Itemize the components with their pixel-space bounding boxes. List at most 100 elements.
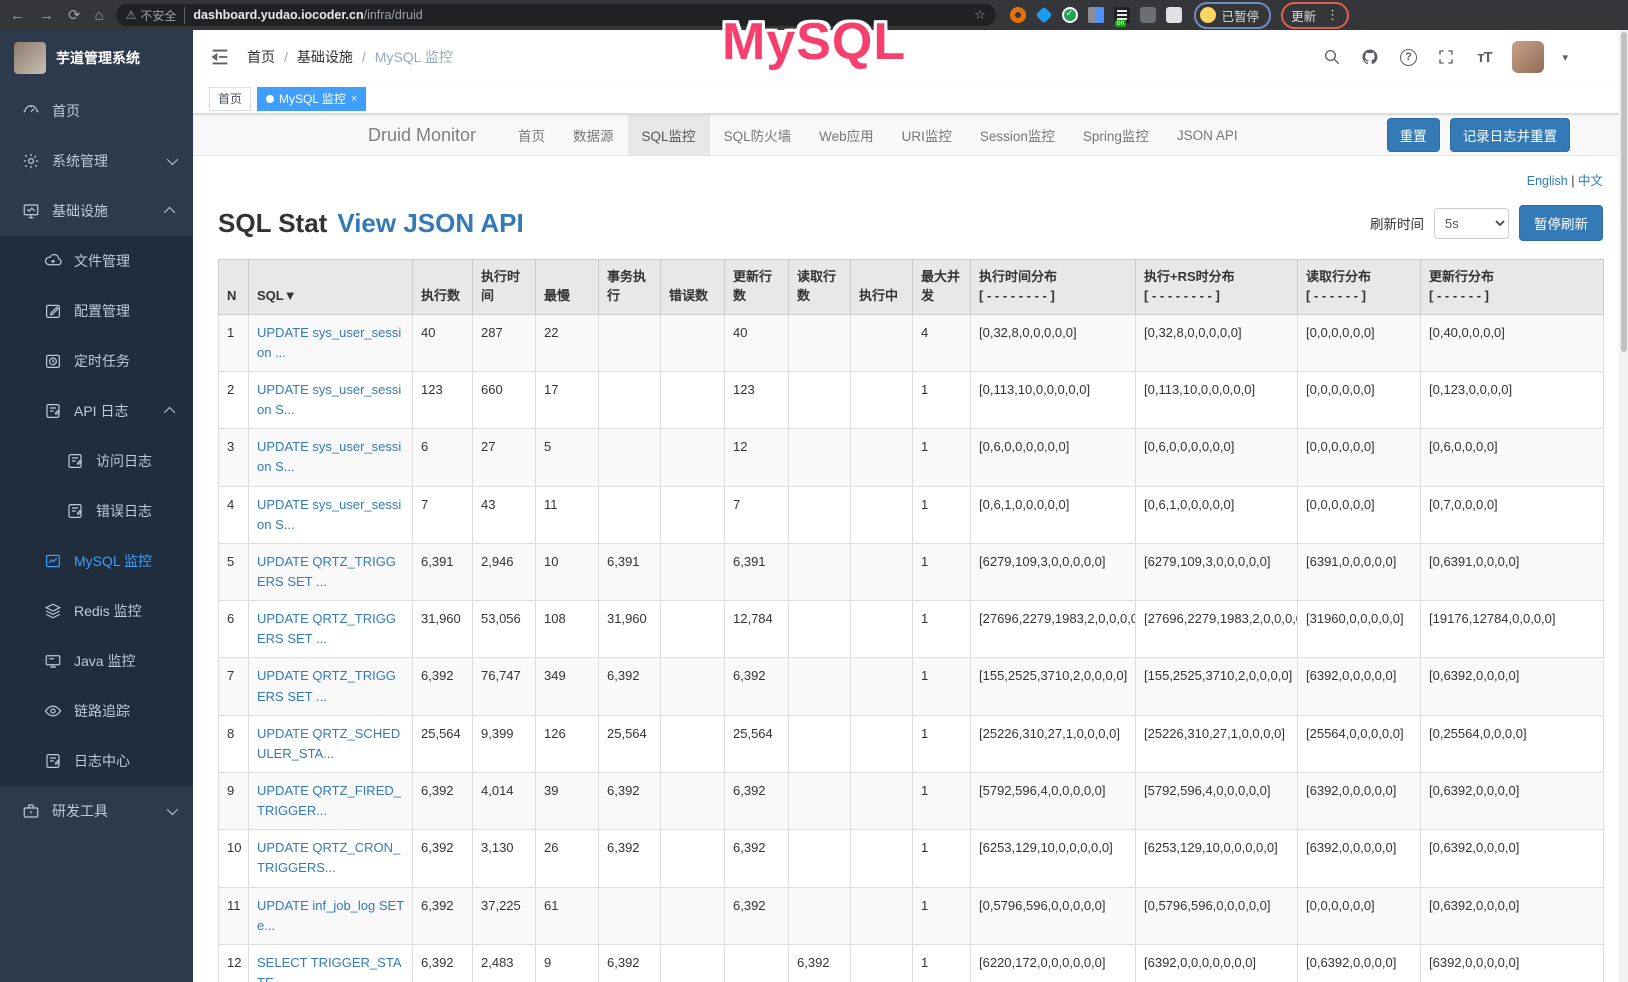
sidebar-item-infra[interactable]: 基础设施	[0, 186, 193, 236]
cloud-upload-icon	[44, 252, 62, 270]
sidebar-item-redis[interactable]: Redis 监控	[0, 586, 193, 636]
col-header-n: N	[219, 260, 249, 315]
browser-reload-icon[interactable]: ⟳	[68, 6, 81, 24]
cell-read	[789, 887, 851, 944]
druid-nav-item-sql[interactable]: SQL监控	[628, 114, 710, 156]
sql-link[interactable]: UPDATE sys_user_session S...	[257, 439, 401, 474]
sidebar-item-devtools[interactable]: 研发工具	[0, 786, 193, 836]
sql-link[interactable]: UPDATE QRTZ_FIRED_TRIGGER...	[257, 783, 401, 818]
user-menu-caret-icon[interactable]: ▾	[1562, 51, 1568, 64]
sidebar-item-system[interactable]: 系统管理	[0, 136, 193, 186]
breadcrumb-infra[interactable]: 基础设施	[297, 47, 353, 67]
cell-n: 10	[219, 830, 249, 887]
user-avatar[interactable]	[1512, 41, 1544, 73]
sql-link[interactable]: UPDATE QRTZ_SCHEDULER_STA...	[257, 726, 400, 761]
lang-chinese-link[interactable]: 中文	[1578, 174, 1603, 188]
cell-slow: 108	[536, 601, 599, 658]
druid-nav-item-webapp[interactable]: Web应用	[805, 114, 888, 156]
refresh-interval-select[interactable]: 5s	[1434, 208, 1509, 239]
browser-home-icon[interactable]: ⌂	[95, 7, 104, 24]
paused-extension-badge[interactable]: 已暂停	[1194, 2, 1272, 29]
hamburger-icon[interactable]	[209, 46, 231, 68]
cell-h_rs: [155,2525,3710,2,0,0,0,0]	[1136, 658, 1298, 715]
address-bar[interactable]: ⚠ 不安全 dashboard.yudao.iocoder.cn/infra/d…	[116, 4, 996, 26]
druid-nav-item-session[interactable]: Session监控	[966, 114, 1069, 156]
cell-read	[789, 486, 851, 543]
sidebar-item-label: 基础设施	[52, 201, 155, 221]
cell-time: 4,014	[473, 772, 536, 829]
tag-view[interactable]: 首页	[209, 87, 251, 111]
cell-time: 2,483	[473, 944, 536, 982]
app-logo[interactable]: 芋道管理系统	[0, 30, 193, 86]
cell-tx: 6,392	[599, 658, 661, 715]
window-scrollbar[interactable]	[1619, 30, 1628, 982]
sql-link[interactable]: UPDATE sys_user_session S...	[257, 497, 401, 532]
pause-refresh-button[interactable]: 暂停刷新	[1519, 205, 1603, 241]
list-on-extension-icon[interactable]: on	[1114, 7, 1130, 23]
browser-menu-icon[interactable]: ⋮	[1326, 7, 1339, 23]
sidebar-item-trace[interactable]: 链路追踪	[0, 686, 193, 736]
breadcrumb-home[interactable]: 首页	[247, 47, 275, 67]
tag-active[interactable]: MySQL 监控×	[257, 87, 366, 111]
green-check-extension-icon[interactable]	[1062, 7, 1078, 23]
druid-nav-item-jsonapi[interactable]: JSON API	[1163, 114, 1252, 156]
sidebar-item-error-log[interactable]: 错误日志	[0, 486, 193, 536]
fullscreen-icon[interactable]	[1436, 47, 1456, 67]
person-extension-icon[interactable]	[1140, 7, 1156, 23]
security-warning-label[interactable]: 不安全	[140, 7, 176, 24]
sidebar-item-home[interactable]: 首页	[0, 86, 193, 136]
col-header-h_rs: 执行+RS时分布[ - - - - - - - - ]	[1136, 260, 1298, 315]
sql-link[interactable]: UPDATE QRTZ_TRIGGERS SET ...	[257, 668, 396, 703]
druid-nav-item-spring[interactable]: Spring监控	[1069, 114, 1163, 156]
gem-extension-icon[interactable]	[1035, 7, 1052, 24]
cell-h_time: [5792,596,4,0,0,0,0,0]	[971, 772, 1136, 829]
sql-link[interactable]: UPDATE inf_job_log SET e...	[257, 898, 404, 933]
monitor-icon	[22, 202, 40, 220]
tag-close-icon[interactable]: ×	[351, 93, 357, 105]
sql-link[interactable]: UPDATE sys_user_session S...	[257, 382, 401, 417]
sidebar-item-api-log[interactable]: API 日志	[0, 386, 193, 436]
col-header-sql[interactable]: SQL▼	[249, 260, 413, 315]
sidebar-item-log-center[interactable]: 日志中心	[0, 736, 193, 786]
browser-forward-icon[interactable]: →	[39, 7, 54, 24]
druid-nav-item-wall[interactable]: SQL防火墙	[710, 114, 806, 156]
scrollbar-thumb[interactable]	[1621, 32, 1627, 352]
browser-update-button[interactable]: 更新 ⋮	[1281, 2, 1349, 29]
druid-nav-item-datasource[interactable]: 数据源	[559, 114, 628, 156]
cell-read	[789, 830, 851, 887]
lang-english-link[interactable]: English	[1527, 174, 1568, 188]
table-row: 5UPDATE QRTZ_TRIGGERS SET ...6,3912,9461…	[219, 543, 1604, 600]
log-and-reset-button[interactable]: 记录日志并重置	[1450, 118, 1571, 152]
search-icon[interactable]	[1322, 47, 1342, 67]
sidebar-item-config[interactable]: 配置管理	[0, 286, 193, 336]
sql-link[interactable]: UPDATE QRTZ_TRIGGERS SET ...	[257, 554, 396, 589]
cell-slow: 11	[536, 486, 599, 543]
druid-nav-item-uri[interactable]: URI监控	[888, 114, 966, 156]
cell-conc: 1	[913, 429, 971, 486]
font-size-icon[interactable]: тT	[1474, 47, 1494, 67]
github-icon[interactable]	[1360, 47, 1380, 67]
bookmark-star-icon[interactable]: ☆	[974, 7, 986, 23]
help-icon[interactable]: ?	[1398, 47, 1418, 67]
reset-button[interactable]: 重置	[1387, 118, 1440, 152]
sidebar-item-access-log[interactable]: 访问日志	[0, 436, 193, 486]
sidebar-item-java[interactable]: Java 监控	[0, 636, 193, 686]
sidebar-item-file[interactable]: 文件管理	[0, 236, 193, 286]
sidebar-item-job[interactable]: 定时任务	[0, 336, 193, 386]
sql-link[interactable]: UPDATE sys_user_session ...	[257, 325, 401, 360]
sql-link[interactable]: UPDATE QRTZ_TRIGGERS SET ...	[257, 611, 396, 646]
druid-brand[interactable]: Druid Monitor	[368, 125, 476, 146]
col-header-h_time: 执行时间分布[ - - - - - - - - ]	[971, 260, 1136, 315]
sidebar-item-mysql[interactable]: MySQL 监控	[0, 536, 193, 586]
cell-err	[661, 429, 725, 486]
view-json-api-link[interactable]: View JSON API	[337, 208, 523, 239]
puzzle-extension-icon[interactable]	[1166, 7, 1182, 23]
donut-extension-icon[interactable]	[1010, 7, 1026, 23]
cell-h_rs: [6253,129,10,0,0,0,0,0]	[1136, 830, 1298, 887]
druid-nav-item-home[interactable]: 首页	[504, 114, 559, 156]
browser-back-icon[interactable]: ←	[10, 7, 25, 24]
squares-extension-icon[interactable]	[1088, 7, 1104, 23]
sql-link[interactable]: UPDATE QRTZ_CRON_TRIGGERS...	[257, 840, 400, 875]
sql-link[interactable]: SELECT TRIGGER_STATE	[257, 955, 402, 982]
col-header-tx: 事务执行	[599, 260, 661, 315]
